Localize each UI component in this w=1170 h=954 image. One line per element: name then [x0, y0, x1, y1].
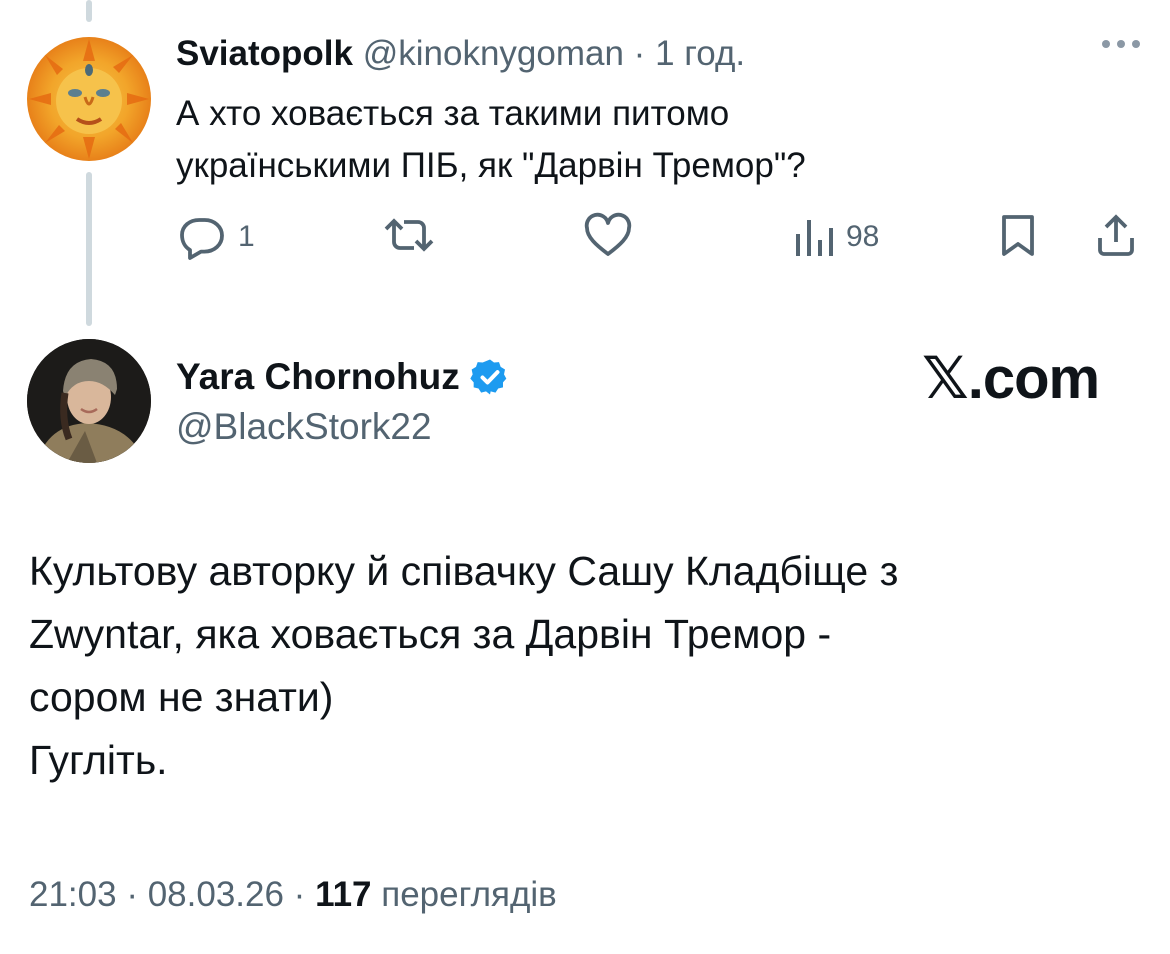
- parent-tweet-time[interactable]: 1 год.: [655, 34, 745, 73]
- main-author-handle[interactable]: @BlackStork22: [176, 404, 432, 450]
- meta-separator: ·: [116, 875, 148, 914]
- share-icon: [1098, 214, 1134, 256]
- tweet-metadata: 21:03 · 08.03.26 · 117 переглядів: [29, 872, 557, 918]
- bookmark-button[interactable]: [998, 212, 1038, 258]
- parent-avatar[interactable]: [27, 37, 151, 161]
- parent-tweet-line: українськими ПІБ, як "Дарвін Тремор"?: [176, 146, 806, 185]
- views-count: 98: [846, 220, 880, 253]
- tweet-action-bar: 1 98: [176, 212, 1136, 262]
- like-button[interactable]: [582, 212, 644, 258]
- share-button[interactable]: [1094, 212, 1138, 258]
- reply-icon: [180, 218, 224, 260]
- retweet-button[interactable]: [382, 212, 446, 258]
- tweet-date[interactable]: 08.03.26: [148, 875, 284, 914]
- views-button[interactable]: 98: [792, 212, 879, 262]
- parent-author-handle[interactable]: @kinoknygoman: [363, 34, 624, 73]
- heart-icon: [584, 212, 632, 256]
- parent-tweet-line: А хто ховається за такими питомо: [176, 94, 730, 133]
- main-author-name-row: Yara Chornohuz: [176, 354, 510, 400]
- header-separator: ·: [633, 34, 646, 73]
- sun-face-icon: [29, 39, 149, 159]
- meta-separator: ·: [283, 875, 316, 914]
- retweet-icon: [384, 218, 434, 252]
- main-author-name[interactable]: Yara Chornohuz: [176, 354, 460, 400]
- verified-badge-icon[interactable]: [470, 357, 510, 397]
- tweet-views-label: переглядів: [371, 875, 557, 914]
- tweet-thread-page: Sviatopolk @kinoknygoman · 1 год. А хто …: [0, 0, 1170, 954]
- main-tweet-line: Культову авторку й співачку Сашу Кладбіщ…: [29, 548, 899, 594]
- main-tweet-text: Культову авторку й співачку Сашу Кладбіщ…: [29, 540, 1139, 792]
- main-tweet-line: Zwyntar, яка ховається за Дарвін Тремор …: [29, 611, 832, 657]
- main-tweet-line: сором не знати): [29, 674, 334, 720]
- tweet-time[interactable]: 21:03: [29, 875, 117, 914]
- reply-count: 1: [238, 220, 255, 253]
- main-avatar[interactable]: [27, 339, 151, 463]
- analytics-bar-icon: [796, 220, 833, 256]
- reply-button[interactable]: 1: [176, 212, 255, 262]
- parent-author-name[interactable]: Sviatopolk: [176, 34, 353, 73]
- main-tweet-line: Гугліть.: [29, 737, 168, 783]
- thread-connector-top: [86, 0, 92, 22]
- tweet-views-count[interactable]: 117: [315, 875, 371, 914]
- bookmark-icon: [1002, 215, 1034, 256]
- x-com-watermark: 𝕏.com: [922, 346, 1100, 411]
- parent-tweet-header: Sviatopolk @kinoknygoman · 1 год.: [176, 31, 745, 77]
- parent-tweet-text: А хто ховається за такими питомо українс…: [176, 88, 1136, 192]
- person-avatar-icon: [27, 339, 151, 463]
- thread-connector: [86, 172, 92, 326]
- more-horizontal-icon[interactable]: [1102, 40, 1140, 48]
